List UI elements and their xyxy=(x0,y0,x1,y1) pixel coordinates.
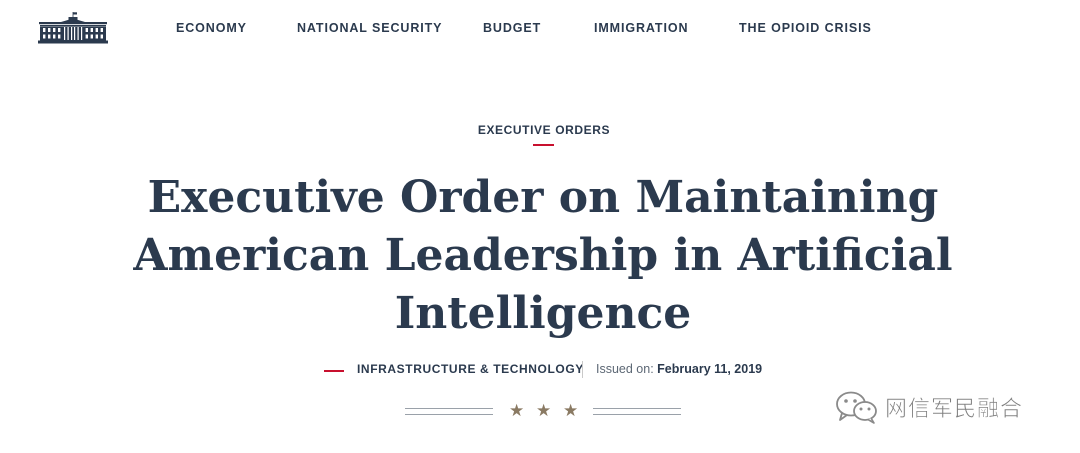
article-meta: INFRASTRUCTURE & TECHNOLOGY Issued on: F… xyxy=(0,361,1080,379)
issued-date: February 11, 2019 xyxy=(657,362,763,376)
issued-label: Issued on: xyxy=(596,362,654,376)
star-icon: ★ xyxy=(509,401,525,420)
category-link[interactable]: INFRASTRUCTURE & TECHNOLOGY xyxy=(357,362,584,376)
star-ornament: ★ ★ ★ xyxy=(405,400,685,424)
meta-dash xyxy=(324,370,344,372)
star-icon: ★ xyxy=(536,401,552,420)
nav-item-budget[interactable]: BUDGET xyxy=(483,21,541,35)
ornament-rule-left xyxy=(405,408,493,415)
page: ECONOMY NATIONAL SECURITY BUDGET IMMIGRA… xyxy=(0,0,1080,453)
nav-item-immigration[interactable]: IMMIGRATION xyxy=(594,21,688,35)
kicker-underline xyxy=(533,144,554,146)
white-house-logo-icon[interactable] xyxy=(38,12,108,44)
star-icon: ★ xyxy=(563,401,579,420)
nav-item-national-security[interactable]: NATIONAL SECURITY xyxy=(297,21,442,35)
nav-item-economy[interactable]: ECONOMY xyxy=(176,21,247,35)
article-kicker[interactable]: EXECUTIVE ORDERS xyxy=(0,123,1080,137)
meta-divider xyxy=(582,361,583,378)
nav-item-opioid-crisis[interactable]: THE OPIOID CRISIS xyxy=(739,21,872,35)
ornament-rule-right xyxy=(593,408,681,415)
issued-on: Issued on: February 11, 2019 xyxy=(596,362,762,376)
wechat-icon xyxy=(836,391,877,424)
watermark-text: 网信军民融合 xyxy=(885,397,1024,423)
page-title: Executive Order on Maintaining American … xyxy=(133,172,953,339)
site-header: ECONOMY NATIONAL SECURITY BUDGET IMMIGRA… xyxy=(0,0,1080,58)
